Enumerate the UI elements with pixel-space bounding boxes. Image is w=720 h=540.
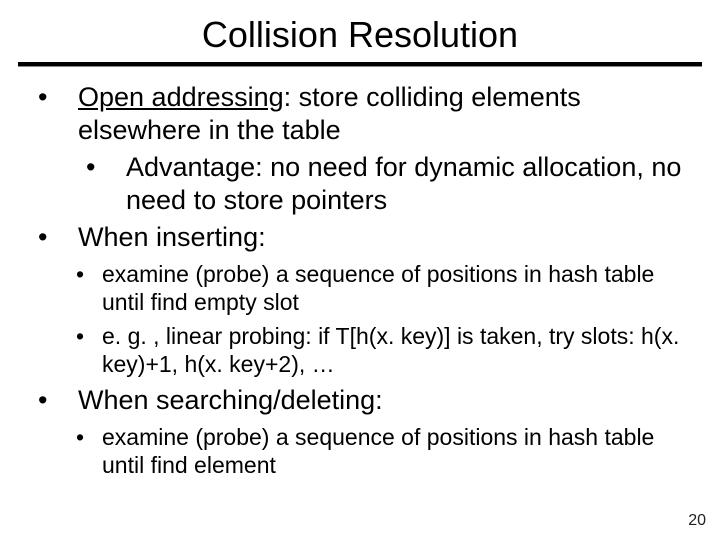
when-inserting-text: When inserting: (78, 222, 266, 252)
sublist: examine (probe) a sequence of positions … (72, 260, 690, 378)
title-rule (18, 62, 702, 67)
sublist: examine (probe) a sequence of positions … (72, 423, 690, 479)
page-number: 20 (688, 512, 706, 530)
bullet-linear-probing: e. g. , linear probing: if T[h(x. key)] … (72, 322, 690, 378)
slide: Collision Resolution Open addressing: st… (0, 0, 720, 540)
bullet-when-inserting: When inserting: examine (probe) a sequen… (30, 221, 690, 378)
bullet-probe-search: examine (probe) a sequence of positions … (72, 423, 690, 479)
slide-title: Collision Resolution (0, 0, 720, 62)
bullet-list: Open addressing: store colliding element… (30, 81, 690, 479)
bullet-advantage: Advantage: no need for dynamic allocatio… (78, 151, 690, 217)
sublist: Advantage: no need for dynamic allocatio… (78, 151, 690, 217)
bullet-probe-insert: examine (probe) a sequence of positions … (72, 260, 690, 316)
term-open-addressing: Open addressing (78, 82, 284, 112)
when-searching-text: When searching/deleting: (78, 385, 383, 415)
bullet-when-searching: When searching/deleting: examine (probe)… (30, 384, 690, 479)
slide-body: Open addressing: store colliding element… (0, 81, 720, 479)
bullet-open-addressing: Open addressing: store colliding element… (30, 81, 690, 217)
